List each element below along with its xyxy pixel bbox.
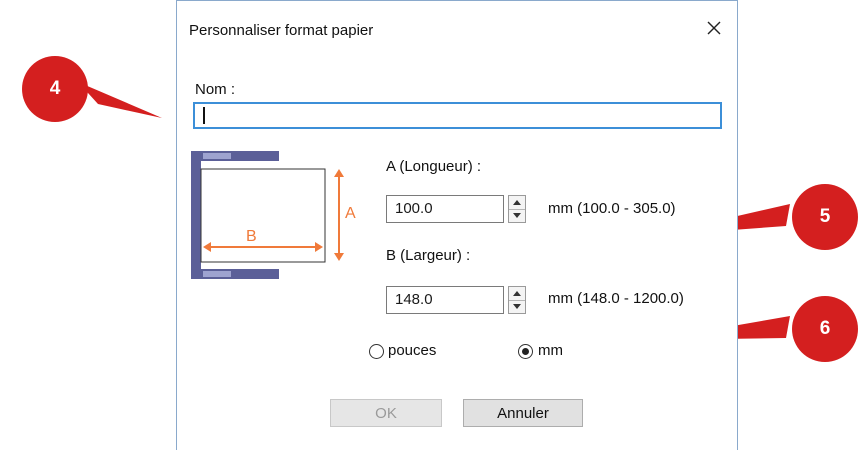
width-range: mm (148.0 - 1200.0) [548,290,684,307]
length-input[interactable]: 100.0 [386,195,504,223]
text-caret [203,107,205,124]
callout-arrow-4 [78,82,162,118]
close-icon [707,21,721,35]
width-input[interactable]: 148.0 [386,286,504,314]
name-label: Nom : [195,81,236,98]
ok-button[interactable]: OK [330,399,442,427]
width-label: B (Largeur) : [386,247,471,264]
dimension-a-label: A [345,205,356,222]
length-decrement-button[interactable] [509,209,525,222]
length-spinner[interactable] [508,195,526,223]
dialog-title: Personnaliser format papier [189,22,374,39]
close-button[interactable] [701,15,727,41]
paper-size-dialog: Personnaliser format papier Nom : B A A … [176,0,738,450]
unit-radio-mm[interactable] [518,344,533,359]
callout-badge-5: 5 [792,184,858,250]
width-increment-button[interactable] [509,287,525,301]
unit-radio-inches[interactable] [369,344,384,359]
callout-badge-4: 4 [22,56,88,122]
name-input[interactable] [193,102,722,129]
dimension-b-label: B [246,228,257,245]
callout-badge-6: 6 [792,296,858,362]
length-range: mm (100.0 - 305.0) [548,200,676,217]
width-decrement-button[interactable] [509,300,525,313]
tray-side [191,151,201,279]
paper-sheet [200,168,326,263]
width-spinner[interactable] [508,286,526,314]
length-increment-button[interactable] [509,196,525,210]
paper-diagram [191,151,344,279]
unit-label-mm: mm [538,342,563,359]
cancel-button[interactable]: Annuler [463,399,583,427]
length-label: A (Longueur) : [386,158,482,175]
unit-label-inches: pouces [388,342,437,359]
